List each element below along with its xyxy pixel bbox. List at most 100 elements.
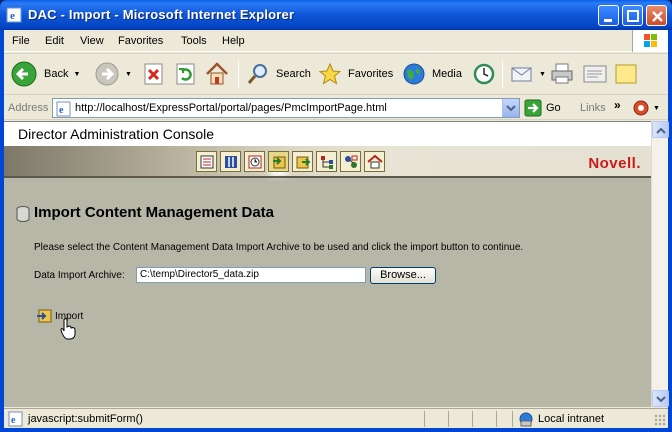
status-text: javascript:submitForm() (28, 413, 143, 425)
hand-cursor-icon (60, 318, 76, 340)
novell-logo: Novell. (588, 155, 641, 172)
nav-list-button[interactable] (196, 151, 217, 172)
mail-dropdown-icon[interactable]: ▼ (539, 71, 546, 78)
edit-page-icon (583, 65, 607, 83)
back-button[interactable]: Back ▼ (10, 57, 80, 91)
refresh-icon (176, 63, 195, 85)
maximize-button[interactable] (622, 5, 643, 26)
status-divider (424, 411, 425, 427)
forward-arrow-icon (95, 62, 119, 86)
menu-file[interactable]: File (12, 35, 30, 47)
toolbar: Back ▼ ▼ Search Favorites Media ▼ (4, 53, 668, 95)
address-input[interactable]: e http://localhost/ExpressPortal/portal/… (52, 98, 520, 118)
security-zone[interactable]: Local intranet (518, 411, 604, 427)
tree-icon (321, 156, 333, 169)
refresh-button[interactable] (174, 57, 198, 91)
nav-tree-button[interactable] (316, 151, 337, 172)
status-divider (496, 411, 497, 427)
database-icon (16, 206, 30, 222)
ie-extension-icon (633, 100, 649, 116)
scroll-down-button[interactable] (652, 390, 669, 407)
extension-dropdown-icon: ▼ (653, 104, 660, 112)
windows-flag-icon (644, 34, 657, 47)
menu-favorites[interactable]: Favorites (118, 35, 163, 47)
vertical-scrollbar[interactable] (651, 121, 669, 407)
nav-icon-bar (196, 151, 385, 172)
svg-text:e: e (11, 415, 16, 426)
list-icon (200, 155, 214, 169)
minimize-button[interactable] (598, 5, 619, 26)
workflow-icon (345, 155, 358, 168)
history-button[interactable] (472, 57, 496, 91)
home-icon (367, 154, 383, 169)
address-dropdown-button[interactable] (502, 99, 519, 117)
ie-icon: e (6, 7, 22, 23)
menu-tools[interactable]: Tools (181, 35, 207, 47)
go-button[interactable]: Go (524, 98, 561, 118)
resize-grip[interactable] (654, 414, 666, 426)
chevron-down-icon (656, 396, 666, 403)
forward-dropdown-icon[interactable]: ▼ (125, 71, 132, 78)
edit-button[interactable] (582, 57, 608, 91)
console-header: Director Administration Console (4, 122, 651, 146)
columns-icon (225, 156, 237, 168)
page-content: Director Administration Console Novell. … (4, 121, 651, 407)
favorites-button[interactable]: Favorites (318, 57, 393, 91)
clock-icon (248, 155, 262, 169)
back-arrow-icon (11, 61, 37, 87)
menu-edit[interactable]: Edit (45, 35, 64, 47)
nav-import-button[interactable] (268, 151, 289, 172)
svg-text:e: e (10, 10, 15, 22)
chevron-down-icon (506, 105, 516, 112)
media-globe-icon (403, 63, 425, 85)
archive-path-input[interactable]: C:\temp\Director5_data.zip (136, 267, 366, 283)
nav-clock-button[interactable] (244, 151, 265, 172)
instructions-text: Please select the Content Management Dat… (34, 242, 524, 253)
printer-icon (551, 63, 573, 84)
search-label: Search (276, 68, 311, 80)
menu-view[interactable]: View (80, 35, 104, 47)
back-dropdown-icon[interactable]: ▼ (73, 71, 80, 78)
nav-workflow-button[interactable] (340, 151, 361, 172)
back-label: Back (44, 68, 69, 80)
chevron-right-icon[interactable]: » (614, 98, 621, 112)
stop-button[interactable] (142, 57, 166, 91)
scroll-up-button[interactable] (652, 121, 669, 138)
zone-label: Local intranet (538, 413, 605, 425)
home-icon (206, 62, 228, 85)
stop-icon (144, 63, 163, 85)
extra-toolbar-button[interactable]: ▼ (632, 99, 660, 117)
maximize-icon (627, 10, 639, 22)
section-title: Import Content Management Data (34, 204, 275, 221)
browse-button[interactable]: Browse... (370, 267, 436, 284)
mail-button[interactable]: ▼ (510, 57, 546, 91)
note-icon (615, 64, 637, 84)
import-icon (37, 309, 52, 323)
go-arrow-icon (524, 99, 542, 117)
nav-home-button[interactable] (364, 151, 385, 172)
search-button[interactable]: Search (246, 57, 311, 91)
discuss-button[interactable] (614, 57, 638, 91)
minimize-icon (604, 19, 612, 22)
toolbar-separator (238, 60, 239, 88)
address-url: http://localhost/ExpressPortal/portal/pa… (75, 102, 387, 114)
print-button[interactable] (550, 57, 574, 91)
forward-button[interactable]: ▼ (94, 57, 132, 91)
star-icon (318, 62, 342, 85)
menu-help[interactable]: Help (222, 35, 245, 47)
menu-bar: File Edit View Favorites Tools Help (4, 30, 668, 52)
close-button[interactable] (646, 5, 667, 26)
links-label[interactable]: Links (580, 102, 606, 114)
nav-export-button[interactable] (292, 151, 313, 172)
address-bar: Address e http://localhost/ExpressPortal… (4, 96, 668, 120)
title-bar[interactable]: e DAC - Import - Microsoft Internet Expl… (0, 0, 672, 30)
home-button[interactable] (204, 57, 230, 91)
page-status-icon: e (8, 411, 23, 427)
window-title: DAC - Import - Microsoft Internet Explor… (28, 7, 295, 22)
close-icon (652, 11, 663, 22)
nav-columns-button[interactable] (220, 151, 241, 172)
window-body: File Edit View Favorites Tools Help Back… (4, 30, 669, 428)
import-icon (273, 156, 286, 169)
media-button[interactable]: Media (402, 57, 462, 91)
export-icon (296, 156, 311, 169)
